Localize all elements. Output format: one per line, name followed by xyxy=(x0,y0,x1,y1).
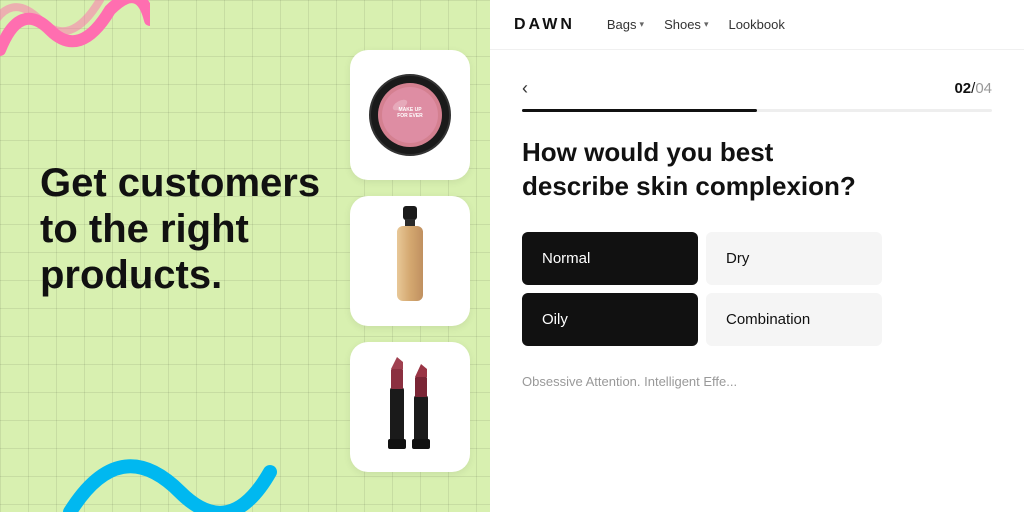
right-panel: DAWN Bags ▾ Shoes ▾ Lookbook ‹ 02/04 xyxy=(490,0,1024,512)
nav-link-lookbook[interactable]: Lookbook xyxy=(728,17,784,32)
options-grid: Normal Dry Oily Combination xyxy=(522,232,882,346)
quiz-content: ‹ 02/04 How would you best describe skin… xyxy=(490,50,1024,512)
option-normal[interactable]: Normal xyxy=(522,232,698,285)
left-panel: Get customers to the right products. MAK… xyxy=(0,0,490,512)
navbar: DAWN Bags ▾ Shoes ▾ Lookbook xyxy=(490,0,1024,50)
nav-link-shoes[interactable]: Shoes ▾ xyxy=(664,17,708,32)
quiz-question: How would you best describe skin complex… xyxy=(522,136,862,204)
compact-svg: MAKE UP FOR EVER xyxy=(368,73,453,158)
progress-bar-track xyxy=(522,109,992,112)
back-button[interactable]: ‹ xyxy=(522,78,528,99)
option-oily[interactable]: Oily xyxy=(522,293,698,346)
chevron-down-icon: ▾ xyxy=(704,19,709,30)
products-column: MAKE UP FOR EVER xyxy=(350,50,470,472)
deco-squiggle-top xyxy=(0,0,150,70)
foundation-svg xyxy=(385,206,435,316)
nav-logo: DAWN xyxy=(514,16,575,34)
product-card-foundation xyxy=(350,196,470,326)
option-dry[interactable]: Dry xyxy=(706,232,882,285)
headline: Get customers to the right products. xyxy=(40,160,360,298)
nav-link-bags[interactable]: Bags ▾ xyxy=(607,17,644,32)
step-total: 04 xyxy=(975,80,992,97)
progress-bar-fill xyxy=(522,109,757,112)
chevron-down-icon: ▾ xyxy=(640,19,645,30)
product-card-compact: MAKE UP FOR EVER xyxy=(350,50,470,180)
quiz-nav-row: ‹ 02/04 xyxy=(522,78,992,99)
svg-text:FOR EVER: FOR EVER xyxy=(397,113,423,119)
deco-arc-bottom xyxy=(60,432,280,512)
nav-links: Bags ▾ Shoes ▾ Lookbook xyxy=(607,17,785,32)
lipstick-svg xyxy=(370,357,450,457)
step-current: 02 xyxy=(954,80,971,97)
quiz-footer-text: Obsessive Attention. Intelligent Effe... xyxy=(522,374,992,389)
step-indicator: 02/04 xyxy=(954,80,992,97)
option-combination[interactable]: Combination xyxy=(706,293,882,346)
product-card-lipstick xyxy=(350,342,470,472)
